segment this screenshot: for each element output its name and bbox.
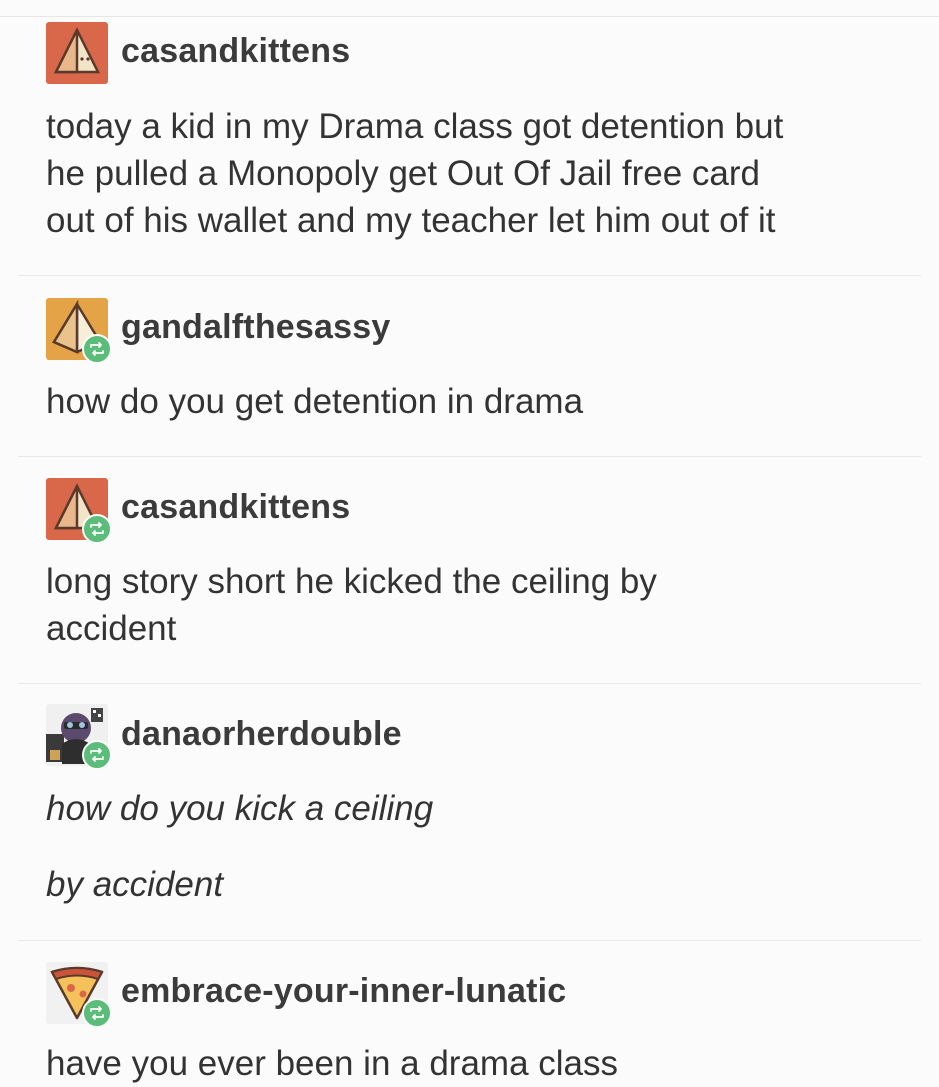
- post-divider: [18, 456, 921, 457]
- post-divider: [18, 940, 921, 941]
- reblog-icon: [82, 740, 112, 770]
- top-divider: [0, 16, 939, 17]
- post-username[interactable]: embrace-your-inner-lunatic: [121, 972, 566, 1011]
- post-username[interactable]: casandkittens: [121, 488, 350, 527]
- post-divider: [18, 683, 921, 684]
- orange-pyramid-avatar-icon[interactable]: [46, 22, 108, 84]
- character-photo-avatar-icon[interactable]: [46, 704, 112, 770]
- post-text-line: long story short he kicked the ceiling b…: [46, 562, 657, 601]
- post-text-line: by accident: [46, 865, 224, 904]
- post-divider: [18, 275, 921, 276]
- reblog-icon: [82, 334, 112, 364]
- reblog-icon: [82, 514, 112, 544]
- post-text-line: out of his wallet and my teacher let him…: [46, 201, 776, 240]
- reblog-icon: [82, 998, 112, 1028]
- post-username[interactable]: casandkittens: [121, 32, 350, 71]
- post-text-line: he pulled a Monopoly get Out Of Jail fre…: [46, 154, 761, 193]
- pizza-slice-avatar-icon[interactable]: [46, 962, 112, 1028]
- post-username[interactable]: gandalfthesassy: [121, 308, 390, 347]
- post-username[interactable]: danaorherdouble: [121, 715, 402, 754]
- post-text-line: have you ever been in a drama class: [46, 1044, 618, 1083]
- post-text-line: how do you get detention in drama: [46, 382, 584, 421]
- orange-pyramid-avatar-icon[interactable]: [46, 478, 112, 544]
- post-text-line: accident: [46, 609, 177, 648]
- post-text-line: how do you kick a ceiling: [46, 789, 434, 828]
- post-text-line: today a kid in my Drama class got detent…: [46, 107, 784, 146]
- yellow-pyramid-avatar-icon[interactable]: [46, 298, 112, 364]
